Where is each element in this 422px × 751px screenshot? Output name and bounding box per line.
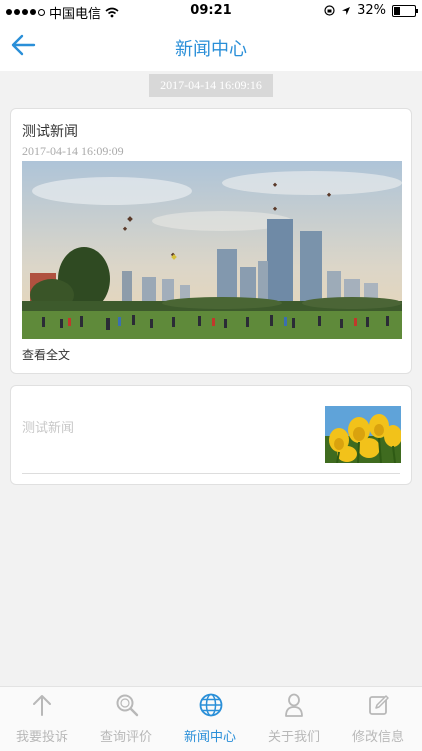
news-date: 2017-04-14 16:09:09	[22, 144, 124, 158]
tab-label: 查询评价	[99, 730, 152, 745]
tab-bar: 我要投诉 查询评价 新闻中心 关于我们 修改信息	[0, 686, 422, 751]
arrow-up-icon	[33, 695, 51, 716]
battery-icon	[392, 4, 418, 17]
globe-icon	[199, 693, 223, 717]
status-right: 32%	[324, 3, 418, 18]
tab-query[interactable]: 查询评价	[84, 687, 168, 751]
battery-percent: 32%	[357, 3, 386, 18]
rotation-lock-icon	[324, 5, 335, 16]
tab-edit-info[interactable]: 修改信息	[336, 687, 420, 751]
nav-bar: 新闻中心	[0, 22, 422, 71]
news-card[interactable]: 测试新闻 2017-04-14 16:09:09 查看全文	[10, 108, 412, 374]
status-bar: 中国电信 09:21 32%	[0, 0, 422, 22]
tab-news-center[interactable]: 新闻中心	[168, 687, 252, 751]
edit-icon	[369, 695, 389, 715]
news-card[interactable]: 测试新闻	[10, 385, 412, 485]
tab-label: 关于我们	[267, 730, 320, 745]
page-title: 新闻中心	[175, 39, 247, 60]
divider	[22, 473, 400, 474]
tab-label: 新闻中心	[183, 730, 236, 745]
news-image[interactable]	[22, 161, 402, 339]
tab-complaint[interactable]: 我要投诉	[0, 687, 84, 751]
tab-label: 我要投诉	[15, 730, 68, 745]
news-thumbnail[interactable]	[325, 406, 401, 463]
search-icon	[116, 694, 139, 717]
news-title: 测试新闻	[22, 124, 78, 140]
tab-about-us[interactable]: 关于我们	[252, 687, 336, 751]
news-title: 测试新闻	[22, 421, 75, 436]
timestamp-chip: 2017-04-14 16:09:16	[149, 74, 273, 97]
read-more-link[interactable]: 查看全文	[22, 346, 70, 363]
tab-label: 修改信息	[351, 730, 404, 745]
user-icon	[285, 693, 303, 717]
location-icon	[342, 6, 351, 15]
